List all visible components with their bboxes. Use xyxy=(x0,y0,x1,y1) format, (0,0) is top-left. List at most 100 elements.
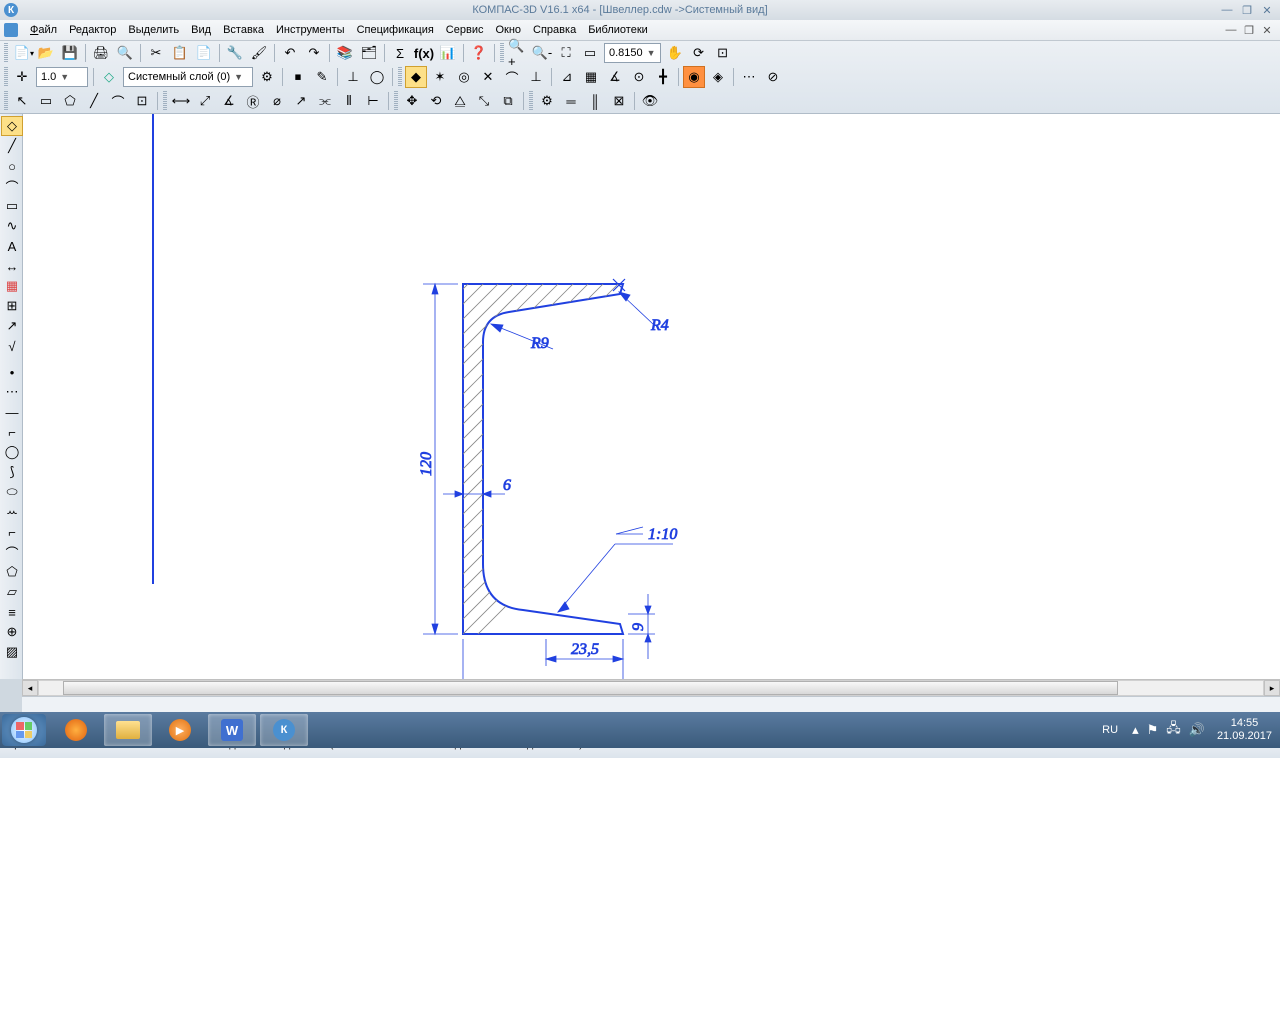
hatch-tool-button[interactable]: ▦ xyxy=(1,276,23,296)
snap-tangent-button[interactable]: ⌒ xyxy=(501,66,523,88)
zoom-window-button[interactable]: ▭ xyxy=(579,42,601,64)
polyline-tool-button[interactable]: ⌐ xyxy=(1,422,23,442)
menu-window[interactable]: Окно xyxy=(489,22,527,38)
ortho-button[interactable]: ⊥ xyxy=(342,66,364,88)
tray-flag-icon[interactable]: ⚑ xyxy=(1147,722,1159,738)
round-button[interactable]: ◯ xyxy=(366,66,388,88)
mdi-close-button[interactable]: ✕ xyxy=(1259,23,1275,37)
preview-button[interactable]: 🔍 xyxy=(114,42,136,64)
toolbar-grip[interactable] xyxy=(529,91,533,111)
zoom-out-button[interactable]: 🔍- xyxy=(531,42,553,64)
mdi-minimize-button[interactable]: — xyxy=(1223,23,1239,37)
task-word[interactable]: W xyxy=(208,714,256,746)
geometry-tool-button[interactable]: ◇ xyxy=(1,116,23,136)
point-tool-button[interactable]: • xyxy=(1,362,23,382)
select-line-button[interactable]: ╱ xyxy=(83,90,105,112)
cut-button[interactable]: ✂ xyxy=(145,42,167,64)
tray-network-icon[interactable]: 🖧 xyxy=(1166,719,1181,741)
hatch2-tool-button[interactable]: ▨ xyxy=(1,642,23,662)
snap-endpoint-button[interactable]: ◆ xyxy=(405,66,427,88)
polygon-tool-button[interactable]: ⬠ xyxy=(1,562,23,582)
select-all-button[interactable]: ⊡ xyxy=(131,90,153,112)
scale-combo[interactable]: 1.0▼ xyxy=(36,67,88,87)
toolbar-grip[interactable] xyxy=(394,91,398,111)
toolbar-grip[interactable] xyxy=(4,67,8,87)
circle-tool-button[interactable]: ○ xyxy=(1,156,23,176)
snap-global-button[interactable]: ◉ xyxy=(683,66,705,88)
menu-view[interactable]: Вид xyxy=(185,22,217,38)
line-tool-button[interactable]: ╱ xyxy=(1,136,23,156)
table-tool-button[interactable]: ⊞ xyxy=(1,296,23,316)
manager-button[interactable]: 🗂 xyxy=(358,42,380,64)
toolbar-grip[interactable] xyxy=(4,43,8,63)
ellipse-tool-button[interactable]: ⬭ xyxy=(1,482,23,502)
menu-edit[interactable]: Редактор xyxy=(63,22,122,38)
menu-file[interactable]: Файл xyxy=(24,22,63,38)
variables-button[interactable]: Σ xyxy=(389,42,411,64)
fillet-tool-button[interactable]: ⌒ xyxy=(1,542,23,562)
mdi-restore-button[interactable]: ❐ xyxy=(1241,23,1257,37)
paste-button[interactable]: 📄 xyxy=(193,42,215,64)
assembly-tool-button[interactable]: ⊕ xyxy=(1,622,23,642)
view-button[interactable]: 👁 xyxy=(639,90,661,112)
circle2-tool-button[interactable]: ◯ xyxy=(1,442,23,462)
dim-radial-button[interactable]: Ⓡ xyxy=(242,90,264,112)
segment-tool-button[interactable]: — xyxy=(1,402,23,422)
undo-button[interactable]: ↶ xyxy=(279,42,301,64)
h-scrollbar[interactable]: ◂ ▸ xyxy=(22,679,1280,696)
equidistant-tool-button[interactable]: ≡ xyxy=(1,602,23,622)
snap-point-button[interactable]: ⊙ xyxy=(628,66,650,88)
snap-off-button[interactable]: ⊘ xyxy=(762,66,784,88)
scroll-track[interactable] xyxy=(38,680,1264,696)
tray-volume-icon[interactable]: 🔊 xyxy=(1189,722,1205,738)
tray-language[interactable]: RU xyxy=(1102,724,1118,736)
show-all-button[interactable]: ⊡ xyxy=(712,42,734,64)
edit-macro-button[interactable]: ✎ xyxy=(311,66,333,88)
scale-button[interactable]: ⤡ xyxy=(473,90,495,112)
format-painter-button[interactable]: 🖌 xyxy=(248,42,270,64)
select-cursor-button[interactable]: ↖ xyxy=(11,90,33,112)
select-arc-button[interactable]: ⌒ xyxy=(107,90,129,112)
menu-service[interactable]: Сервис xyxy=(440,22,490,38)
snap-midpoint-button[interactable]: ✶ xyxy=(429,66,451,88)
mirror-button[interactable]: ⧋ xyxy=(449,90,471,112)
chamfer-tool-button[interactable]: ⌐ xyxy=(1,522,23,542)
toolbar-grip[interactable] xyxy=(4,91,8,111)
menu-help[interactable]: Справка xyxy=(527,22,582,38)
snap-axis-button[interactable]: ╋ xyxy=(652,66,674,88)
contour-tool-button[interactable]: ▱ xyxy=(1,582,23,602)
save-button[interactable]: 💾 xyxy=(59,42,81,64)
snap-settings-button[interactable]: ⋯ xyxy=(738,66,760,88)
close-button[interactable]: ✕ xyxy=(1258,3,1276,17)
snap-grid-button[interactable]: ▦ xyxy=(580,66,602,88)
toolbar-grip[interactable] xyxy=(398,67,402,87)
constraint-v-button[interactable]: ║ xyxy=(584,90,606,112)
start-button[interactable] xyxy=(2,714,46,746)
dim-leader-button[interactable]: ↗ xyxy=(290,90,312,112)
select-rect-button[interactable]: ▭ xyxy=(35,90,57,112)
roughness-tool-button[interactable]: √ xyxy=(1,336,23,356)
snap-angle-button[interactable]: ∡ xyxy=(604,66,626,88)
dim-chain-button[interactable]: ⫘ xyxy=(314,90,336,112)
report-button[interactable]: 📊 xyxy=(437,42,459,64)
bezier-tool-button[interactable]: ꕀ xyxy=(1,502,23,522)
snap-intersect-button[interactable]: ✕ xyxy=(477,66,499,88)
task-firefox[interactable] xyxy=(52,714,100,746)
minimize-button[interactable]: — xyxy=(1218,3,1236,17)
dim-linear-button[interactable]: ⟷ xyxy=(170,90,192,112)
snap-local-button[interactable]: ◈ xyxy=(707,66,729,88)
rotate-button[interactable]: ⟲ xyxy=(425,90,447,112)
cursor-mode-button[interactable]: ✛ xyxy=(11,66,33,88)
dim-diameter-button[interactable]: ⌀ xyxy=(266,90,288,112)
layer-combo[interactable]: Системный слой (0)▼ xyxy=(123,67,253,87)
constraint-h-button[interactable]: ═ xyxy=(560,90,582,112)
text-tool-button[interactable]: A xyxy=(1,236,23,256)
drawing-canvas[interactable]: 120 53 23,5 6 9 xyxy=(23,114,1280,679)
layer-icon[interactable]: ◇ xyxy=(98,66,120,88)
new-button[interactable]: 📄▾ xyxy=(11,42,33,64)
scroll-right-button[interactable]: ▸ xyxy=(1264,680,1280,696)
menu-lib[interactable]: Библиотеки xyxy=(582,22,654,38)
scroll-thumb[interactable] xyxy=(63,681,1118,695)
print-button[interactable]: 🖨 xyxy=(90,42,112,64)
redo-button[interactable]: ↷ xyxy=(303,42,325,64)
